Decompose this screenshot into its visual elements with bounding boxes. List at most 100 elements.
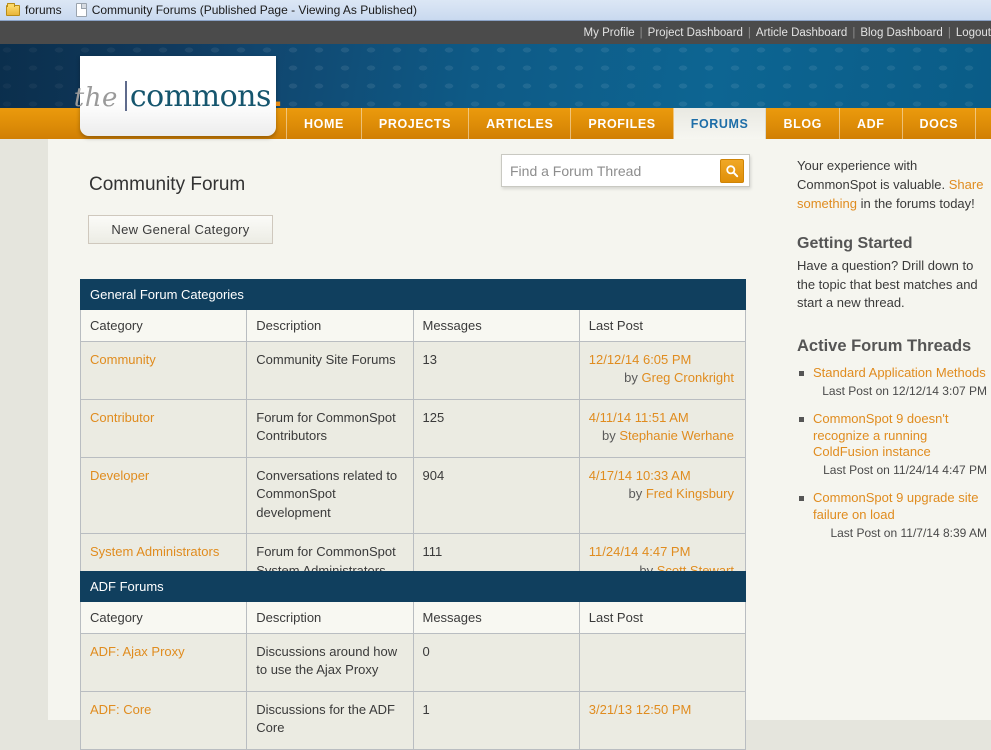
active-threads-list: Standard Application Methods Last Post o… [797,365,987,542]
nav-item-home[interactable]: HOME [286,108,362,139]
last-post-by-prefix: by [624,370,642,386]
list-item: CommonSpot 9 doesn't recognize a running… [797,411,987,479]
list-item: CommonSpot 9 upgrade site failure on loa… [797,490,987,542]
list-item: Standard Application Methods Last Post o… [797,365,987,400]
table-row: ADF: Ajax Proxy Discussions around how t… [79,633,747,692]
column-header-description: Description [246,601,414,634]
cell-description: Conversations related to CommonSpot deve… [246,456,414,535]
thread-link[interactable]: CommonSpot 9 upgrade site failure on loa… [813,490,987,523]
last-post-author-link[interactable]: Fred Kingsbury [646,486,734,501]
thread-link[interactable]: Standard Application Methods [813,365,987,382]
nav-item-profiles[interactable]: PROFILES [571,108,674,139]
nav-item-adf[interactable]: ADF [840,108,903,139]
folder-icon [6,2,20,16]
table-header-row: Category Description Messages Last Post [79,309,747,342]
last-post-date-link[interactable]: 11/24/14 4:47 PM [589,543,736,561]
column-header-messages: Messages [412,309,580,342]
last-post-author-link[interactable]: Greg Cronkright [642,370,734,385]
search-button[interactable] [720,158,744,183]
utility-separator: | [747,26,751,39]
page-icon [75,3,87,17]
cell-category: Community [79,341,248,400]
nav-item-docs[interactable]: DOCS [903,108,977,139]
category-link[interactable]: Contributor [90,410,154,425]
browser-tab-community-forums-label: Community Forums (Published Page - Viewi… [91,3,417,17]
last-post-author: by Stephanie Werhane [589,427,736,445]
utility-separator: | [947,26,951,39]
sidebar-intro-part1: Your experience with CommonSpot is valua… [797,158,949,192]
utility-separator: | [852,26,856,39]
column-header-category: Category [79,309,248,342]
column-header-category: Category [79,601,248,634]
cell-messages: 125 [412,398,580,458]
nav-item-blog[interactable]: BLOG [766,108,840,139]
utility-link-article-dashboard[interactable]: Article Dashboard [756,27,847,39]
cell-description: Discussions around how to use the Ajax P… [246,633,414,692]
content-column: Community Forum New General Category Gen… [48,139,991,750]
thread-link[interactable]: CommonSpot 9 doesn't recognize a running… [813,411,987,461]
browser-tab-community-forums[interactable]: Community Forums (Published Page - Viewi… [75,3,417,17]
last-post-author: by Greg Cronkright [589,369,736,387]
category-link[interactable]: System Administrators [90,544,219,559]
column-header-description: Description [246,309,414,342]
browser-tab-strip: forums Community Forums (Published Page … [0,0,991,21]
logo-the-text: the [73,82,118,113]
table-caption: ADF Forums [80,571,746,602]
cell-description: Discussions for the ADF Core [246,690,414,750]
nav-item-projects[interactable]: PROJECTS [362,108,470,139]
last-post-date-link[interactable]: 4/11/14 11:51 AM [589,409,736,427]
utility-link-my-profile[interactable]: My Profile [584,27,635,39]
table-caption: General Forum Categories [80,279,746,310]
browser-tab-forums[interactable]: forums [6,2,62,17]
cell-messages: 13 [412,341,580,400]
column-header-last-post: Last Post [578,601,747,634]
last-post-date-link[interactable]: 3/21/13 12:50 PM [589,701,736,719]
site-logo[interactable]: the commons . [74,56,282,136]
cell-last-post: 3/21/13 12:50 PM [578,690,747,750]
last-post-date-link[interactable]: 12/12/14 6:05 PM [589,351,736,369]
active-forum-threads-heading: Active Forum Threads [797,337,972,356]
utility-link-blog-dashboard[interactable]: Blog Dashboard [860,27,942,39]
cell-last-post: 4/17/14 10:33 AM by Fred Kingsbury [578,456,747,535]
utility-nav: My Profile | Project Dashboard | Article… [0,21,991,44]
table-caption-row: ADF Forums [80,571,746,602]
utility-link-project-dashboard[interactable]: Project Dashboard [648,27,743,39]
table-row: Developer Conversations related to Commo… [79,456,747,535]
cell-category: ADF: Core [79,690,248,750]
sidebar-intro: Your experience with CommonSpot is valua… [797,157,987,214]
table-header-row: Category Description Messages Last Post [79,601,747,634]
nav-item-articles[interactable]: ARTICLES [469,108,572,139]
thread-last-post: Last Post on 12/12/14 3:07 PM [822,383,987,398]
table-row: Community Community Site Forums 13 12/12… [79,341,747,400]
cell-last-post [578,633,747,692]
right-sidebar: Your experience with CommonSpot is valua… [797,157,987,553]
category-link[interactable]: Community [90,352,156,367]
search-icon [726,164,739,177]
new-general-category-button[interactable]: New General Category [88,215,273,244]
cell-messages: 904 [412,456,580,535]
table-row: Contributor Forum for CommonSpot Contrib… [79,398,747,458]
cell-description: Forum for CommonSpot Contributors [246,398,414,458]
general-forum-categories-table: General Forum Categories Category Descri… [79,279,747,593]
cell-last-post: 4/11/14 11:51 AM by Stephanie Werhane [578,398,747,458]
category-link[interactable]: ADF: Ajax Proxy [90,644,185,659]
cell-messages: 0 [412,633,580,692]
nav-item-forums[interactable]: FORUMS [673,108,767,139]
column-header-last-post: Last Post [578,309,747,342]
last-post-date-link[interactable]: 4/17/14 10:33 AM [589,467,736,485]
utility-link-logout[interactable]: Logout [956,27,991,39]
getting-started-body: Have a question? Drill down to the topic… [797,257,978,311]
category-link[interactable]: Developer [90,468,149,483]
logo-divider [124,81,127,111]
page-body: Community Forum New General Category Gen… [0,139,991,750]
last-post-author-link[interactable]: Stephanie Werhane [619,428,734,443]
cell-last-post: 12/12/14 6:05 PM by Greg Cronkright [578,341,747,400]
cell-messages: 1 [412,690,580,750]
search-input[interactable] [502,161,720,180]
utility-separator: | [639,26,643,39]
page-title: Community Forum [89,173,246,195]
getting-started-heading: Getting Started [797,234,913,252]
cell-description: Community Site Forums [246,341,414,400]
category-link[interactable]: ADF: Core [90,702,151,717]
logo-dot: . [273,79,283,113]
